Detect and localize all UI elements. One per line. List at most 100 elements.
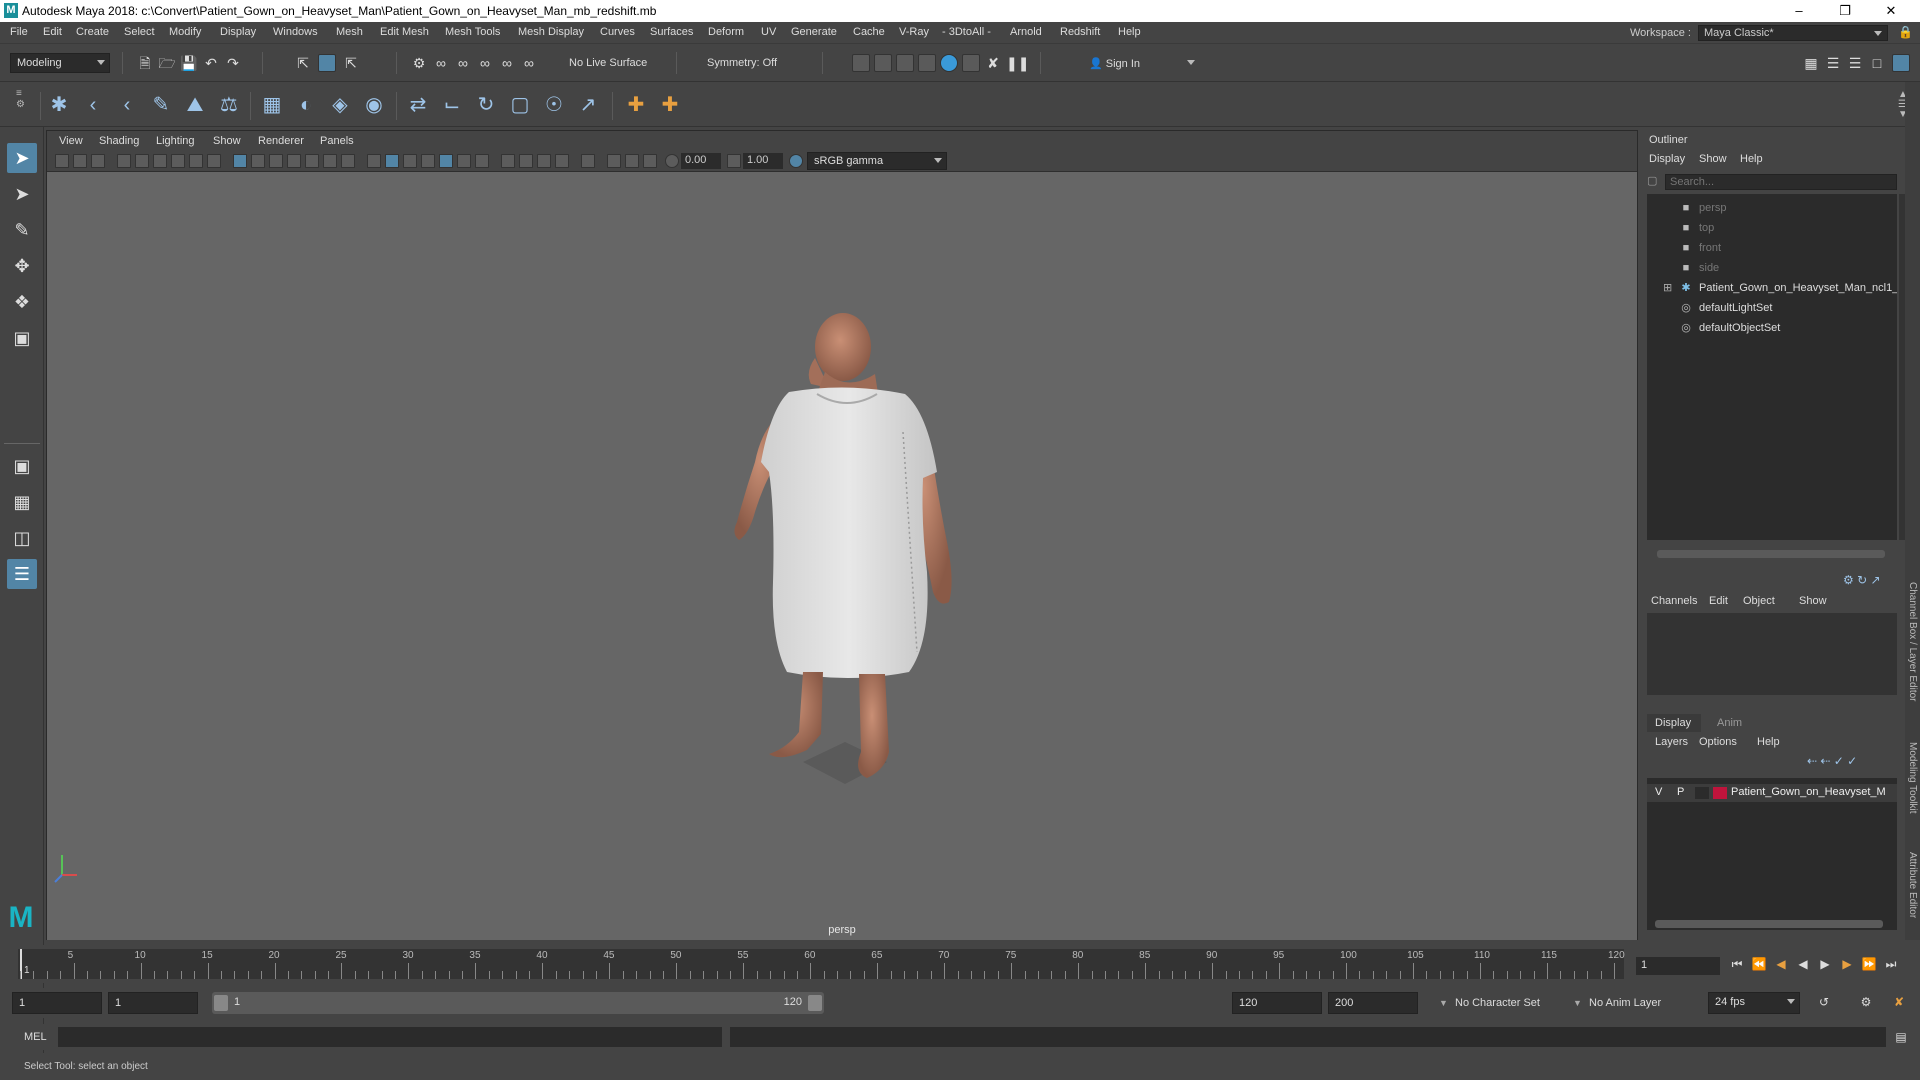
layer-color-swatch[interactable] bbox=[1713, 787, 1727, 799]
time-slider-track[interactable]: 1 5 10 15 20 25 30 35 40 45 50 55 60 65 70 75 80 85 90 95 1… bbox=[18, 949, 1625, 979]
playback-start-field[interactable]: 1 bbox=[108, 992, 198, 1014]
constraint-parent-icon[interactable]: ⇄ bbox=[404, 91, 432, 119]
create-joint-icon[interactable]: ✱ bbox=[45, 91, 73, 119]
menu-curves[interactable]: Curves bbox=[600, 26, 635, 38]
render-settings-icon[interactable] bbox=[918, 54, 936, 72]
attribute-editor-tab[interactable]: Attribute Editor bbox=[1907, 852, 1918, 918]
menu-arnold[interactable]: Arnold bbox=[1010, 26, 1042, 38]
menu-uv[interactable]: UV bbox=[761, 26, 776, 38]
points-icon[interactable] bbox=[305, 154, 319, 168]
locator-icon[interactable]: ✚ bbox=[622, 91, 650, 119]
character-set-dropdown[interactable]: ▼ No Character Set bbox=[1439, 992, 1582, 1014]
smooth-shade-all-icon[interactable] bbox=[385, 154, 399, 168]
close-icon[interactable]: ✕ bbox=[1868, 0, 1914, 22]
viewport-menu-shading[interactable]: Shading bbox=[99, 135, 139, 147]
lasso-tool-icon[interactable]: ➤ bbox=[7, 179, 37, 209]
snap-grid-icon[interactable]: ⚙ bbox=[410, 54, 428, 72]
lattice-icon[interactable]: ▦ bbox=[258, 91, 286, 119]
viewport-menu-show[interactable]: Show bbox=[213, 135, 241, 147]
anti-aliasing-icon[interactable] bbox=[537, 154, 551, 168]
xray-icon[interactable] bbox=[421, 154, 435, 168]
four-view-icon[interactable]: ▦ bbox=[7, 487, 37, 517]
xray-components-icon[interactable] bbox=[625, 154, 639, 168]
menu-file[interactable]: File bbox=[10, 26, 28, 38]
render-view-icon[interactable] bbox=[962, 54, 980, 72]
snap-surface-icon[interactable]: ∞ bbox=[498, 54, 516, 72]
outliner-menu-help[interactable]: Help bbox=[1740, 153, 1763, 165]
channelbox-menu-edit[interactable]: Edit bbox=[1709, 595, 1728, 607]
locator-parent-icon[interactable]: ✚ bbox=[656, 91, 684, 119]
2d-pan-zoom-icon[interactable] bbox=[171, 154, 185, 168]
menu-mesh[interactable]: Mesh bbox=[336, 26, 363, 38]
menu-mesh-tools[interactable]: Mesh Tools bbox=[445, 26, 500, 38]
start-time-field[interactable]: 1 bbox=[12, 992, 102, 1014]
menu-deform[interactable]: Deform bbox=[708, 26, 744, 38]
viewport-menu-view[interactable]: View bbox=[59, 135, 83, 147]
outliner-menu-display[interactable]: Display bbox=[1649, 153, 1685, 165]
fps-dropdown[interactable]: 24 fps bbox=[1708, 992, 1800, 1014]
range-slider[interactable]: 1 120 bbox=[212, 992, 824, 1014]
blendshape-icon[interactable]: ◉ bbox=[360, 91, 388, 119]
outliner-horizontal-scrollbar[interactable] bbox=[1657, 550, 1885, 558]
cluster-icon[interactable]: ◐ bbox=[292, 91, 320, 119]
layer-tool-icons[interactable]: ⇠ ⇠ ✓ ✓ bbox=[1807, 754, 1857, 768]
tab-display[interactable]: Display bbox=[1647, 714, 1701, 732]
menu-select[interactable]: Select bbox=[124, 26, 155, 38]
constraint-pole-icon[interactable]: ↗ bbox=[574, 91, 602, 119]
undo-icon[interactable]: ↶ bbox=[202, 54, 220, 72]
menu-edit[interactable]: Edit bbox=[43, 26, 62, 38]
menu-3dtoall[interactable]: - 3DtoAll - bbox=[942, 26, 991, 38]
symmetry-dropdown[interactable]: Symmetry: Off bbox=[700, 53, 810, 73]
default-material-icon[interactable] bbox=[403, 154, 417, 168]
single-perspective-view-icon[interactable]: ▣ bbox=[7, 451, 37, 481]
bookmark-icon[interactable] bbox=[91, 154, 105, 168]
flat-shade-icon[interactable] bbox=[269, 154, 283, 168]
list-item[interactable]: ◎ defaultLightSet bbox=[1647, 298, 1897, 318]
step-back-key-icon[interactable]: ⏪ bbox=[1750, 955, 1768, 973]
outliner-menu-show[interactable]: Show bbox=[1699, 153, 1727, 165]
play-forward-icon[interactable]: ▶ bbox=[1816, 955, 1834, 973]
layer-horizontal-scrollbar[interactable] bbox=[1655, 920, 1883, 928]
view-transform-icon[interactable] bbox=[135, 154, 149, 168]
menu-surfaces[interactable]: Surfaces bbox=[650, 26, 693, 38]
layers-menu-layers[interactable]: Layers bbox=[1655, 736, 1688, 748]
menu-display[interactable]: Display bbox=[220, 26, 256, 38]
current-frame-field[interactable]: 1 bbox=[1636, 957, 1720, 975]
end-time-field[interactable]: 200 bbox=[1328, 992, 1418, 1014]
color-management-icon[interactable] bbox=[789, 154, 803, 168]
channel-box-area[interactable] bbox=[1647, 613, 1897, 695]
grease-pencil-icon[interactable] bbox=[153, 154, 167, 168]
go-to-start-icon[interactable]: ⏮ bbox=[1728, 955, 1746, 973]
scene-view[interactable]: persp bbox=[47, 172, 1637, 940]
viewport-panel[interactable]: View Shading Lighting Show Renderer Pane… bbox=[46, 130, 1638, 940]
modeling-toolkit-tab[interactable]: Modeling Toolkit bbox=[1907, 742, 1918, 814]
step-forward-key-icon[interactable]: ⏩ bbox=[1860, 955, 1878, 973]
list-item[interactable]: ⊞ ✱ Patient_Gown_on_Heavyset_Man_ncl1_1 bbox=[1647, 278, 1897, 298]
select-hierarchy-icon[interactable]: ⇱ bbox=[294, 54, 312, 72]
menu-create[interactable]: Create bbox=[76, 26, 109, 38]
minimize-icon[interactable]: – bbox=[1776, 0, 1822, 22]
select-tool-icon[interactable]: ➤ bbox=[7, 143, 37, 173]
outliner-layout-icon[interactable]: ☰ bbox=[7, 559, 37, 589]
playback-end-field[interactable]: 120 bbox=[1232, 992, 1322, 1014]
select-component-icon[interactable]: ⇱ bbox=[342, 54, 360, 72]
hypershade-icon[interactable] bbox=[940, 54, 958, 72]
viewport-menu-lighting[interactable]: Lighting bbox=[156, 135, 195, 147]
auto-key-icon[interactable]: ⚙ bbox=[1857, 993, 1875, 1011]
snap-live-icon[interactable]: ∞ bbox=[520, 54, 538, 72]
wireframe-on-shaded-icon[interactable] bbox=[367, 154, 381, 168]
menu-modify[interactable]: Modify bbox=[169, 26, 201, 38]
quick-rig-icon[interactable]: ⛰ bbox=[181, 91, 209, 119]
list-item[interactable]: ■ top bbox=[1647, 218, 1897, 238]
open-scene-icon[interactable]: 🗁 bbox=[158, 54, 176, 72]
list-item[interactable]: ■ persp bbox=[1647, 198, 1897, 218]
menu-edit-mesh[interactable]: Edit Mesh bbox=[380, 26, 429, 38]
menu-windows[interactable]: Windows bbox=[273, 26, 318, 38]
step-back-frame-icon[interactable]: ◀ bbox=[1772, 955, 1790, 973]
channelbox-menu-object[interactable]: Object bbox=[1743, 595, 1775, 607]
save-scene-icon[interactable]: 💾 bbox=[180, 54, 198, 72]
animation-preferences-icon[interactable]: ✘ bbox=[1890, 993, 1908, 1011]
layer-editor-toggle-icon[interactable] bbox=[1892, 54, 1910, 72]
scene-3d-canvas[interactable] bbox=[47, 172, 1637, 940]
safe-action-icon[interactable] bbox=[341, 154, 355, 168]
